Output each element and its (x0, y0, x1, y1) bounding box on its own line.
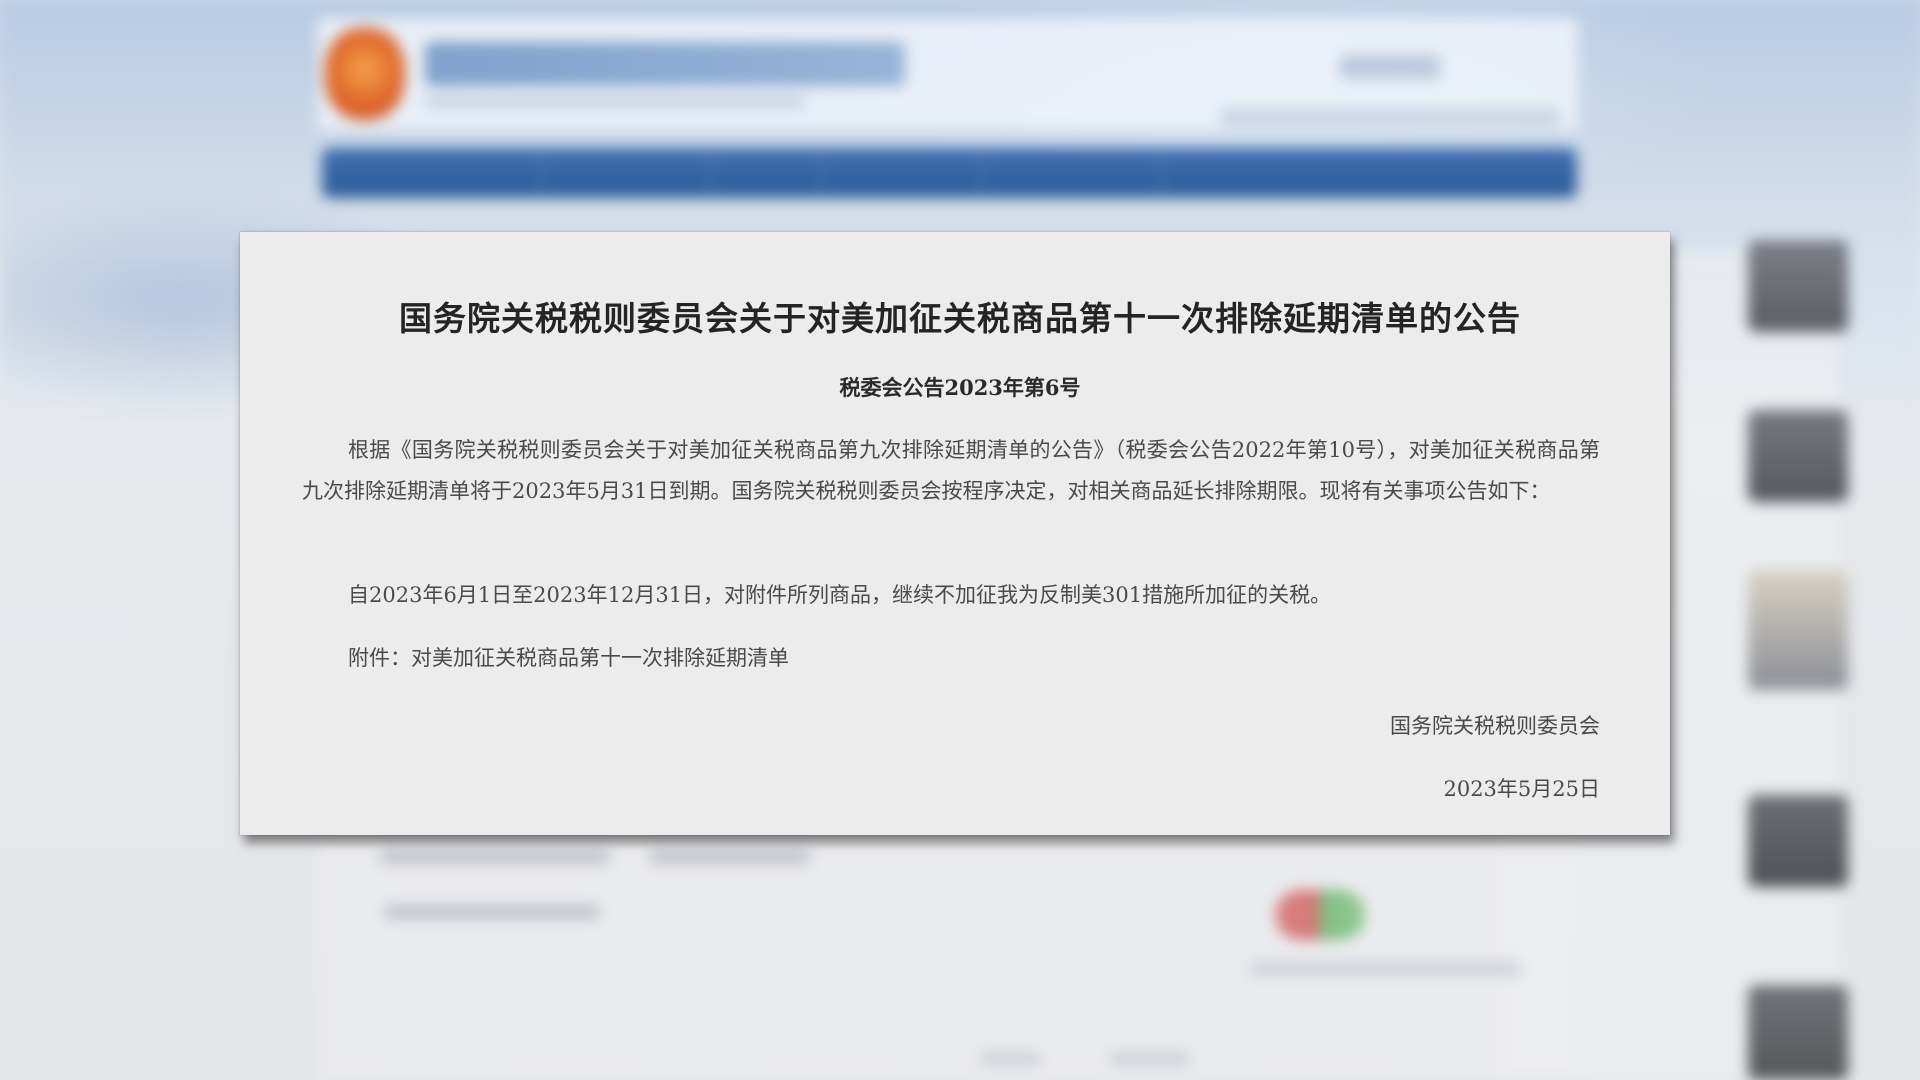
header-links[interactable] (1340, 55, 1440, 79)
announcement-paragraph: 根据《国务院关税税则委员会关于对美加征关税商品第九次排除延期清单的公告》（税委会… (302, 438, 1600, 503)
nav-separator (1160, 152, 1162, 194)
sidebar-thumbnail[interactable] (1748, 985, 1848, 1080)
nav-separator (820, 152, 822, 194)
document-number: 税委会公告2023年第6号 (839, 375, 1081, 400)
site-name-logo (425, 42, 905, 86)
sidebar-thumbnail[interactable] (1748, 410, 1848, 502)
article-page-footer (318, 830, 1578, 1080)
main-navigation-bar[interactable] (322, 148, 1577, 198)
issue-date: 2023年5月25日 (1443, 777, 1600, 801)
nav-separator (980, 152, 982, 194)
nav-separator (710, 152, 712, 194)
attachment-link[interactable] (380, 850, 610, 864)
issuer-signature: 国务院关税税则委员会 (1390, 714, 1600, 738)
site-subtitle (425, 96, 805, 108)
announcement-paragraph: 自2023年6月1日至2023年12月31日，对附件所列商品，继续不加征我为反制… (348, 583, 1332, 607)
sidebar-thumbnail[interactable] (1748, 570, 1848, 690)
attachment-link[interactable] (650, 850, 810, 864)
footer-link[interactable] (1110, 1052, 1190, 1066)
sidebar-thumbnail[interactable] (1748, 795, 1848, 887)
share-icons[interactable] (1275, 890, 1365, 940)
announcement-title: 国务院关税税则委员会关于对美加征关税商品第十一次排除延期清单的公告 (399, 299, 1521, 338)
attachment-note: 附件：对美加征关税商品第十一次排除延期清单 (348, 646, 789, 670)
share-caption (1250, 962, 1520, 976)
page-info-text (385, 905, 600, 919)
footer-link[interactable] (980, 1052, 1040, 1066)
search-box[interactable] (1220, 108, 1560, 126)
nav-separator (540, 152, 542, 194)
national-emblem-icon (325, 28, 405, 120)
